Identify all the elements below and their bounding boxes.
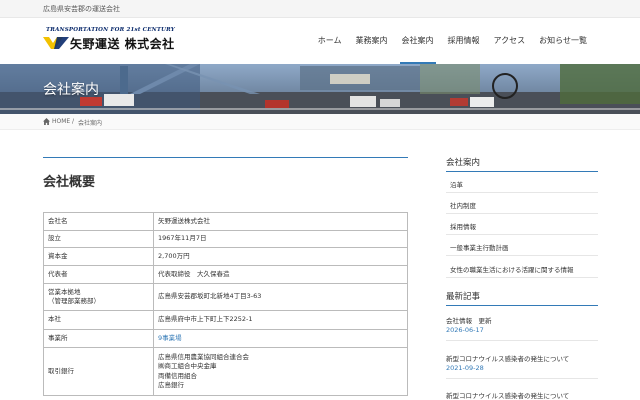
nav-company[interactable]: 会社案内 <box>395 19 441 64</box>
table-value: 1967年11月7日 <box>153 230 408 248</box>
site-tagline: 広島県安芸郡の運送会社 <box>43 5 120 13</box>
table-key: 営業本拠地 （管理部業務部） <box>43 283 154 311</box>
table-row: 設立 1967年11月7日 <box>43 230 408 248</box>
table-value: 2,700万円 <box>153 247 408 266</box>
site-logo[interactable]: TRANSPORTATION FOR 21st CENTURY 矢野運送 株式会… <box>43 27 193 57</box>
post-title[interactable]: 新型コロナウイルス感染者の発生について <box>446 390 569 400</box>
nav-news[interactable]: お知らせ一覧 <box>532 19 594 64</box>
table-value: 矢野運送株式会社 <box>153 212 408 231</box>
sidebar-heading-company: 会社案内 <box>446 158 481 168</box>
sidebar-item-recruit[interactable]: 採用情報 <box>446 214 598 235</box>
sidebar-heading-latest: 最新記事 <box>446 292 481 302</box>
title-rule <box>43 157 408 158</box>
nav-services[interactable]: 業務案内 <box>349 19 395 64</box>
post-title[interactable]: 会社情報 更新 <box>446 315 492 325</box>
sidebar-item-women-info[interactable]: 女性の職業生活における活躍に関する情報 <box>446 256 598 278</box>
nav-recruit[interactable]: 採用情報 <box>441 19 487 64</box>
sidebar-item-action-plan[interactable]: 一般事業主行動計画 <box>446 235 598 256</box>
logo-company-name: 矢野運送 株式会社 <box>70 37 175 51</box>
table-row: 本社 広島県府中市上下町上下2252-1 <box>43 310 408 330</box>
table-key: 本社 <box>43 310 154 330</box>
breadcrumb-separator: / <box>72 118 75 125</box>
table-value: 広島県安芸郡坂町北新地4丁目3-63 <box>153 283 408 311</box>
table-key: 取引銀行 <box>43 347 154 396</box>
home-icon <box>43 118 50 125</box>
table-row: 資本金 2,700万円 <box>43 247 408 266</box>
table-value: 9事業場 <box>153 329 408 348</box>
post-divider <box>446 340 598 341</box>
table-row: 取引銀行 広島県信用農業協同組合連合会 ㈱商工組合中央金庫 両備信用組合 広島銀… <box>43 347 408 396</box>
page-title: 会社概要 <box>43 175 96 190</box>
table-key: 資本金 <box>43 247 154 266</box>
offices-link[interactable]: 9事業場 <box>158 334 403 344</box>
sidebar-item-history[interactable]: 沿革 <box>446 172 598 193</box>
breadcrumb-current: 会社案内 <box>78 120 103 127</box>
nav-home[interactable]: ホーム <box>311 19 349 64</box>
hero-banner: 会社案内 <box>0 64 640 114</box>
main-content: 会社概要 会社名 矢野運送株式会社 設立 1967年11月7日 資本金 2,70… <box>43 157 408 396</box>
table-key: 会社名 <box>43 212 154 231</box>
nav-access[interactable]: アクセス <box>487 19 533 64</box>
site-header: TRANSPORTATION FOR 21st CENTURY 矢野運送 株式会… <box>0 19 640 64</box>
table-value: 代表取締役 大久保春造 <box>153 265 408 284</box>
post-divider <box>446 378 598 379</box>
table-row: 事業所 9事業場 <box>43 329 408 348</box>
main-nav: ホーム 業務案内 会社案内 採用情報 アクセス お知らせ一覧 <box>311 19 594 64</box>
breadcrumb: HOME / 会社案内 <box>0 114 640 130</box>
post-date: 2026-06-17 <box>446 326 484 334</box>
table-key: 事業所 <box>43 329 154 348</box>
table-row: 営業本拠地 （管理部業務部） 広島県安芸郡坂町北新地4丁目3-63 <box>43 283 408 311</box>
table-value: 広島県府中市上下町上下2252-1 <box>153 310 408 330</box>
table-key: 設立 <box>43 230 154 248</box>
table-value: 広島県信用農業協同組合連合会 ㈱商工組合中央金庫 両備信用組合 広島銀行 <box>153 347 408 396</box>
breadcrumb-home[interactable]: HOME <box>52 118 70 125</box>
sidebar-item-internal-system[interactable]: 社内制度 <box>446 193 598 214</box>
hero-title: 会社案内 <box>43 82 99 98</box>
logo-mark-icon <box>43 37 69 49</box>
table-row: 代表者 代表取締役 大久保春造 <box>43 265 408 284</box>
sidebar-rule <box>446 305 598 306</box>
post-date: 2021-09-28 <box>446 364 484 372</box>
top-bar: 広島県安芸郡の運送会社 <box>0 0 640 18</box>
table-key: 代表者 <box>43 265 154 284</box>
company-info-table: 会社名 矢野運送株式会社 設立 1967年11月7日 資本金 2,700万円 代… <box>43 212 408 396</box>
table-row: 会社名 矢野運送株式会社 <box>43 212 408 231</box>
logo-tagline: TRANSPORTATION FOR 21st CENTURY <box>46 27 175 33</box>
post-title[interactable]: 新型コロナウイルス感染者の発生について <box>446 353 569 363</box>
